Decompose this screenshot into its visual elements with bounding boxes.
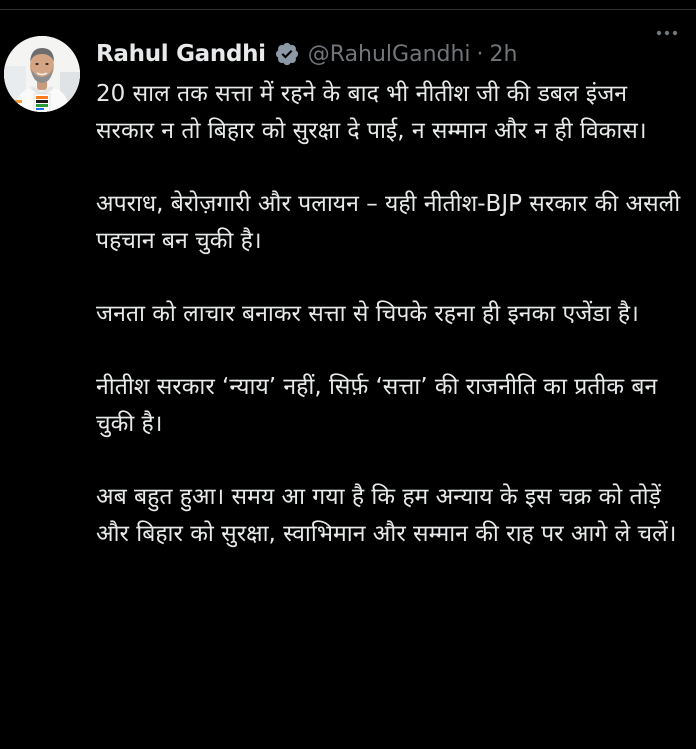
verified-badge-icon[interactable] (274, 41, 300, 67)
tweet-text: 20 साल तक सत्ता में रहने के बाद भी नीतीश… (96, 76, 692, 553)
author-handle[interactable]: @RahulGandhi (308, 42, 471, 67)
tweet[interactable]: Rahul Gandhi @RahulGandhi · 2h 20 साल तक… (0, 14, 696, 749)
author-display-name[interactable]: Rahul Gandhi (96, 41, 266, 67)
tweet-timestamp[interactable]: 2h (490, 42, 518, 67)
more-options-button[interactable] (652, 18, 682, 48)
top-divider (0, 0, 696, 10)
separator-dot: · (476, 41, 484, 67)
tweet-paragraph: अब बहुत हुआ। समय आ गया है कि हम अन्याय क… (96, 484, 677, 547)
avatar[interactable] (4, 36, 80, 112)
tweet-paragraph: जनता को लाचार बनाकर सत्ता से चिपके रहना … (96, 301, 639, 327)
tweet-header: Rahul Gandhi @RahulGandhi · 2h (96, 36, 692, 72)
tweet-paragraph: अपराध, बेरोज़गारी और पलायन – यही नीतीश-B… (96, 191, 681, 254)
tweet-paragraph: नीतीश सरकार ‘न्याय’ नहीं, सिर्फ़ ‘सत्ता’… (96, 374, 658, 437)
tweet-content: Rahul Gandhi @RahulGandhi · 2h 20 साल तक… (96, 36, 692, 589)
more-horizontal-icon (656, 30, 678, 36)
avatar-image (4, 36, 80, 112)
tweet-paragraph: 20 साल तक सत्ता में रहने के बाद भी नीतीश… (96, 81, 647, 144)
